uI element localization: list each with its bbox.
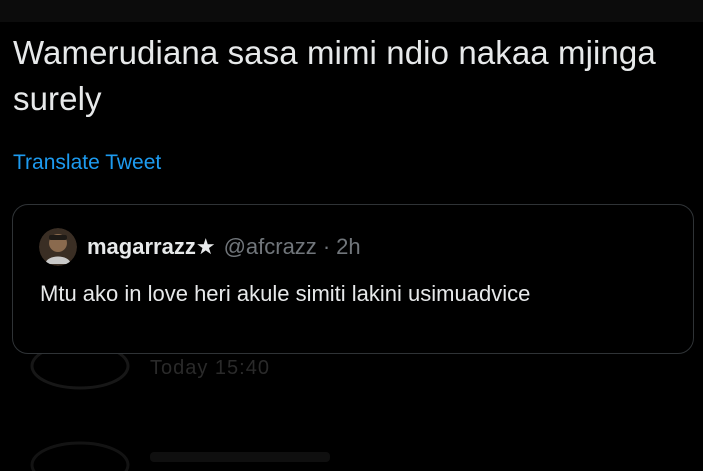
translate-tweet-link[interactable]: Translate Tweet [13,150,161,176]
quoted-handle[interactable]: @afcrazz [224,234,317,260]
avatar[interactable] [39,228,77,266]
quoted-display-name[interactable]: magarrazz★ [87,234,216,260]
ghost-line [150,452,330,462]
avatar-image [39,228,77,266]
quoted-timestamp[interactable]: 2h [336,234,360,260]
dot-separator: · [322,234,331,259]
quoted-tweet-text: Mtu ako in love heri akule simiti lakini… [40,281,531,306]
quoted-tweet-card[interactable]: magarrazz★ @afcrazz · 2h Mtu ako in love… [12,204,694,354]
quoted-tweet-header: magarrazz★ @afcrazz · 2h [39,228,361,266]
top-status-strip [0,0,703,22]
ghost-timestamp: Today 15:40 [150,357,270,379]
tweet-text: Wamerudiana sasa mimi ndio nakaa mjinga … [13,34,656,117]
ghost-avatar-2 [30,441,130,471]
